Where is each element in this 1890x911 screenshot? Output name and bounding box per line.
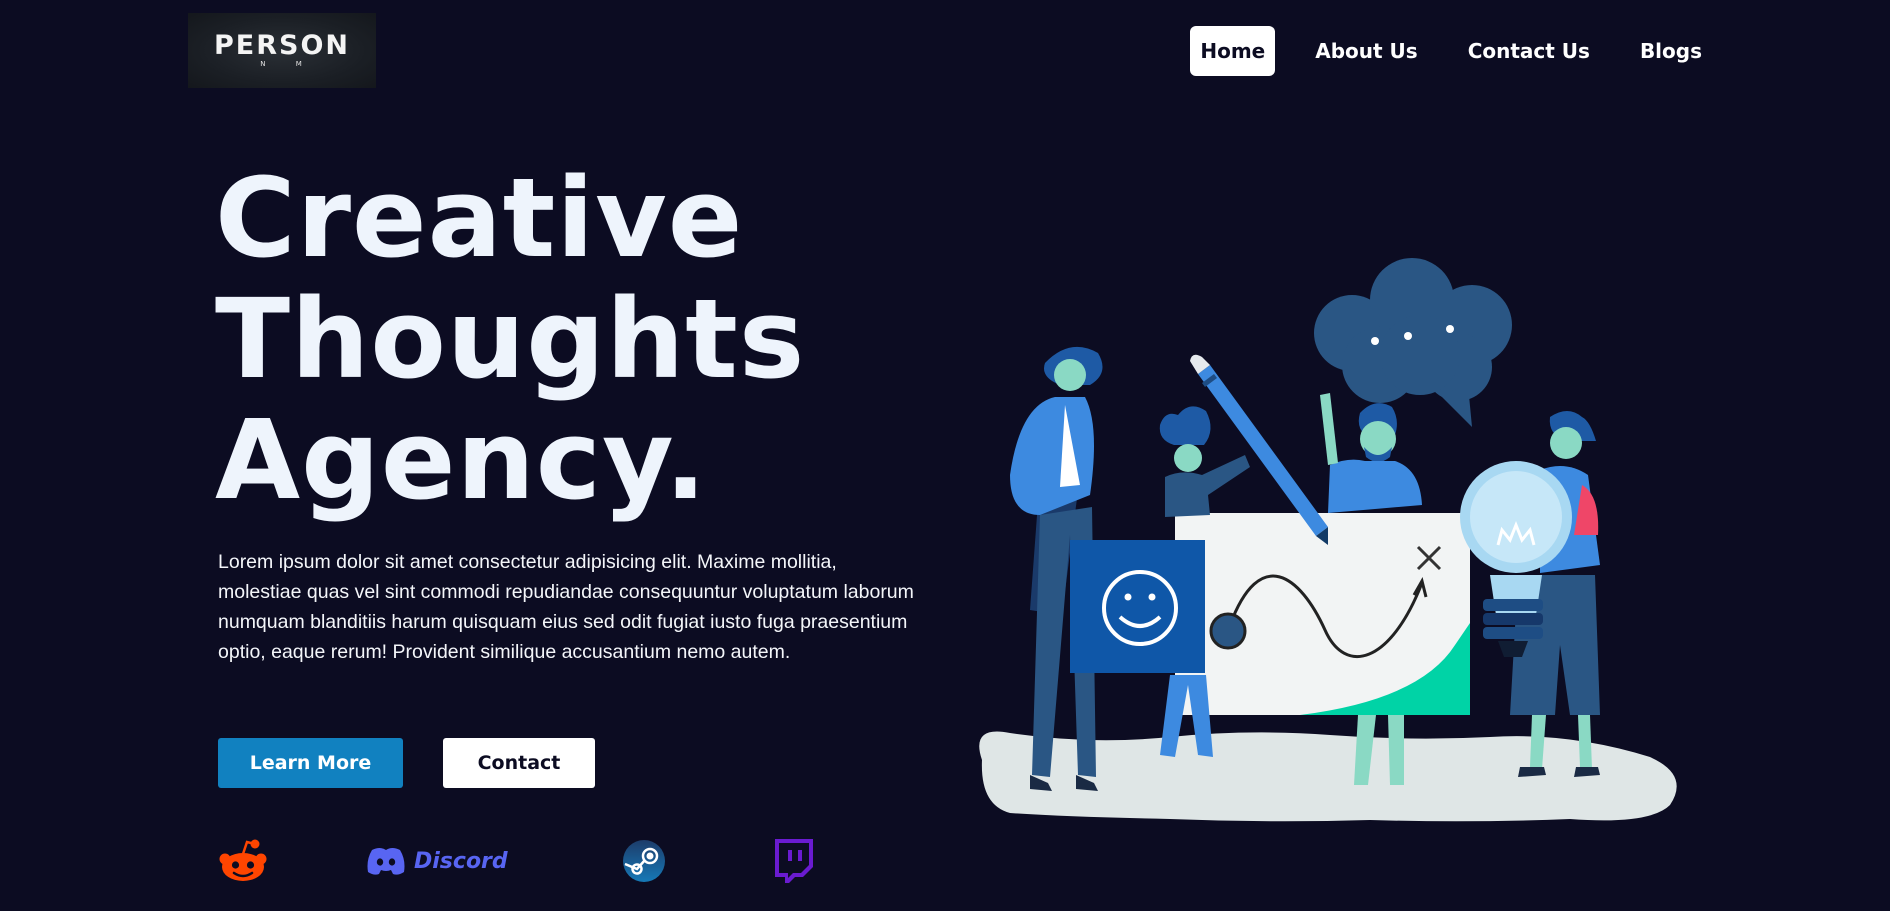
hero-title-line: Thoughts — [215, 275, 806, 403]
hero-illustration — [979, 258, 1677, 822]
smiley-card-icon — [1070, 540, 1205, 673]
reddit-link[interactable] — [218, 836, 268, 886]
discord-link[interactable]: Discord — [366, 836, 508, 886]
nav-home-link[interactable]: Home — [1190, 26, 1276, 76]
contact-button[interactable]: Contact — [443, 738, 595, 788]
reddit-icon — [219, 839, 267, 881]
discord-wordmark: Discord — [414, 848, 508, 874]
steam-icon — [623, 840, 665, 882]
site-logo[interactable]: PERSON N M — [188, 13, 376, 88]
hero-description: Lorem ipsum dolor sit amet consectetur a… — [218, 551, 914, 663]
discord-icon — [367, 848, 405, 875]
nav-contact-link[interactable]: Contact Us — [1458, 26, 1600, 76]
whiteboard-icon — [1175, 513, 1470, 715]
hero-title-line: Agency. — [215, 396, 708, 524]
nav-blogs-link[interactable]: Blogs — [1630, 26, 1712, 76]
twitch-link[interactable] — [770, 836, 816, 886]
hero-title-line: Creative — [215, 154, 744, 282]
nav-about-link[interactable]: About Us — [1305, 26, 1427, 76]
hero-title: Creative Thoughts Agency. — [215, 158, 805, 521]
twitch-icon — [775, 839, 813, 883]
learn-more-button[interactable]: Learn More — [218, 738, 403, 788]
steam-link[interactable] — [620, 836, 668, 886]
logo-wordmark: PERSON — [213, 30, 351, 61]
speech-bubble-icon — [1314, 258, 1512, 427]
logo-subtext: N M — [260, 60, 316, 68]
main-nav: Home About Us Contact Us Blogs — [1190, 26, 1712, 76]
